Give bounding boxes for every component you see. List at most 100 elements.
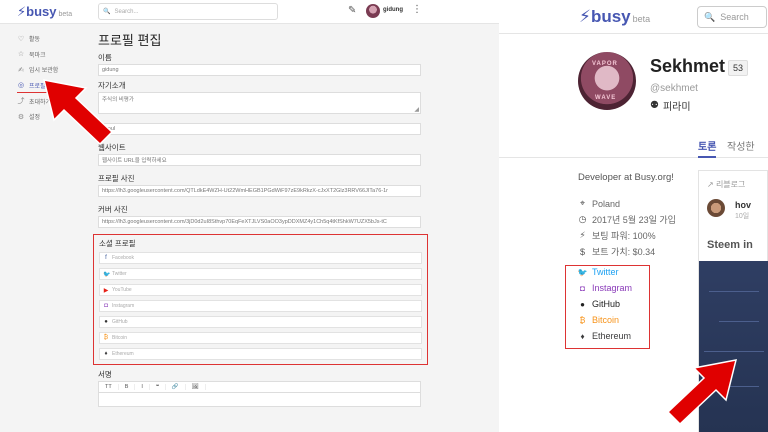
ethereum-icon: ♦ bbox=[104, 351, 108, 357]
heading-button[interactable]: TT bbox=[99, 384, 119, 390]
facebook-placeholder: Facebook bbox=[112, 255, 134, 261]
info-text: 보트 가치: $0.34 bbox=[592, 247, 656, 257]
italic-button[interactable]: I bbox=[135, 384, 150, 390]
profile-photo-label: 프로필 사진 bbox=[98, 174, 135, 183]
logo-beta: beta bbox=[58, 11, 73, 18]
website-field[interactable]: 웹사이트 URL을 입력하세요 bbox=[98, 154, 421, 166]
image-line bbox=[719, 321, 759, 322]
instagram-field[interactable]: ◘ Instagram bbox=[99, 300, 422, 312]
feed-author[interactable]: hov bbox=[735, 200, 751, 210]
image-line bbox=[704, 351, 764, 352]
avatar[interactable]: VAPOR WAVE bbox=[578, 52, 636, 110]
social-profiles-label: 소셜 프로필 bbox=[99, 239, 136, 248]
social-profiles-section: 소셜 프로필 f Facebook 🐦 Twitter ▶ YouTube ◘ Inst… bbox=[93, 234, 428, 365]
instagram-placeholder: Instagram bbox=[112, 303, 135, 309]
tab-comments[interactable]: 작성한 bbox=[727, 138, 755, 153]
cover-photo-label: 커버 사진 bbox=[98, 205, 128, 214]
search-input[interactable]: 🔍 Search bbox=[697, 6, 767, 28]
profile-name: Sekhmet bbox=[650, 56, 726, 76]
twitter-field[interactable]: 🐦 Twitter bbox=[99, 268, 422, 280]
quote-button[interactable]: ❝ bbox=[150, 384, 166, 390]
about-textarea[interactable]: 주식의 비평가 ◢ bbox=[98, 92, 421, 114]
info-text: 2017년 5월 23일 가입 bbox=[592, 215, 676, 225]
twitter-placeholder: Twitter bbox=[112, 271, 127, 277]
info-joined: ◷ 2017년 5월 23일 가입 bbox=[578, 213, 693, 226]
info-text: 보팅 파워: 100% bbox=[592, 231, 656, 241]
name-field[interactable]: gidung bbox=[98, 64, 421, 76]
image-line bbox=[709, 291, 759, 292]
edit-profile-form: 프로필 편집 이름 gidung 자기소개 주식의 비평가◢ seoul 웹사이… bbox=[93, 30, 433, 407]
avatar-text-bottom: WAVE bbox=[595, 95, 617, 101]
image-button[interactable]: 🖼 bbox=[186, 384, 206, 390]
about-label: 자기소개 bbox=[98, 81, 126, 90]
ethereum-placeholder: Ethereum bbox=[112, 351, 134, 357]
location-icon: ⌖ bbox=[579, 198, 586, 208]
left-screenshot-panel: ⚡ busy beta 🔍 Search... ✎ gidung ⋮ ♡ 활동 ☆ 북마… bbox=[0, 0, 499, 432]
bolt-icon: ⚡ bbox=[579, 7, 591, 26]
activity-icon: ♡ bbox=[17, 35, 25, 43]
sidebar-item-bookmarks[interactable]: ☆ 북마크 bbox=[17, 47, 77, 63]
reblog-label: 리블로그 bbox=[715, 180, 746, 189]
profile-photo-field[interactable]: https://lh3.googleusercontent.com/QTLdkE… bbox=[98, 185, 421, 197]
github-placeholder: GitHub bbox=[112, 319, 128, 325]
busy-logo[interactable]: ⚡ busy beta bbox=[579, 7, 650, 27]
top-navbar: ⚡ busy beta 🔍 Search bbox=[499, 0, 768, 34]
link-button[interactable]: 🔗 bbox=[166, 384, 186, 390]
cover-photo-field[interactable]: https://lh3.googleusercontent.com/3jD0d2… bbox=[98, 216, 421, 228]
share-icon: ⤴ bbox=[17, 98, 25, 106]
location-field[interactable]: seoul bbox=[98, 123, 421, 135]
info-text: Poland bbox=[592, 198, 621, 209]
username-label[interactable]: gidung bbox=[383, 7, 403, 13]
avatar-text-top: VAPOR bbox=[592, 61, 618, 67]
avatar[interactable] bbox=[366, 4, 380, 18]
facebook-field[interactable]: f Facebook bbox=[99, 252, 422, 264]
reblog-header: ↗ 리블로그 bbox=[707, 179, 745, 190]
youtube-placeholder: YouTube bbox=[112, 287, 132, 293]
drafts-icon: ✍ bbox=[18, 66, 24, 74]
info-voting-power: ⚡ 보팅 파워: 100% bbox=[578, 229, 693, 242]
calendar-icon: ◷ bbox=[578, 214, 587, 224]
bolt-icon: ⚡ bbox=[17, 4, 27, 19]
bitcoin-placeholder: Bitcoin bbox=[112, 335, 128, 341]
ethereum-field[interactable]: ♦ Ethereum bbox=[99, 348, 422, 360]
bitcoin-field[interactable]: ₿ Bitcoin bbox=[99, 332, 422, 344]
avatar[interactable] bbox=[707, 199, 725, 217]
page-title: 프로필 편집 bbox=[98, 33, 162, 48]
sidebar-item-label: 설정 bbox=[29, 115, 41, 122]
search-placeholder: Search... bbox=[114, 8, 139, 15]
more-menu-icon[interactable]: ⋮ bbox=[412, 4, 422, 15]
lightning-icon: ⚡ bbox=[579, 230, 586, 240]
star-icon: ☆ bbox=[17, 51, 25, 59]
resize-handle-icon[interactable]: ◢ bbox=[414, 106, 419, 113]
profile-header: VAPOR WAVE Sekhmet 53 @sekhmet ⚉ 피라미 토론 작… bbox=[499, 34, 768, 158]
feed-title[interactable]: Steem in bbox=[707, 239, 753, 251]
rank-icon: ⚉ bbox=[650, 100, 659, 111]
busy-logo[interactable]: ⚡ busy beta bbox=[17, 4, 72, 20]
sidebar-item-activity[interactable]: ♡ 활동 bbox=[17, 31, 77, 47]
tab-discussions[interactable]: 토론 bbox=[698, 138, 717, 158]
dollar-icon: $ bbox=[579, 246, 585, 257]
signature-editor[interactable] bbox=[98, 393, 421, 407]
bitcoin-icon: ₿ bbox=[103, 335, 109, 341]
rank-label: 피라미 bbox=[662, 102, 691, 113]
gear-icon: ⚙ bbox=[17, 113, 25, 121]
search-icon: 🔍 bbox=[704, 11, 716, 22]
sidebar-item-label: 활동 bbox=[29, 37, 41, 44]
signature-editor-toolbar: TT B I ❝ 🔗 🖼 bbox=[98, 381, 421, 393]
youtube-field[interactable]: ▶ YouTube bbox=[99, 284, 422, 296]
write-post-icon[interactable]: ✎ bbox=[348, 5, 356, 16]
name-label: 이름 bbox=[98, 53, 112, 62]
facebook-icon: f bbox=[105, 255, 107, 261]
logo-text: busy bbox=[590, 7, 631, 26]
feed-time: 10일 bbox=[735, 213, 750, 220]
website-label: 웹사이트 bbox=[98, 143, 126, 152]
bold-button[interactable]: B bbox=[119, 384, 136, 390]
rank: ⚉ 피라미 bbox=[650, 98, 691, 113]
instagram-icon: ◘ bbox=[104, 303, 108, 309]
sidebar-item-label: 임시 보관함 bbox=[29, 68, 59, 75]
profile-about: Developer at Busy.org! bbox=[578, 172, 674, 183]
info-location: ⌖ Poland bbox=[578, 198, 693, 209]
red-arrow-icon bbox=[42, 79, 114, 146]
github-field[interactable]: ● GitHub bbox=[99, 316, 422, 328]
search-input[interactable]: 🔍 Search... bbox=[98, 3, 278, 20]
